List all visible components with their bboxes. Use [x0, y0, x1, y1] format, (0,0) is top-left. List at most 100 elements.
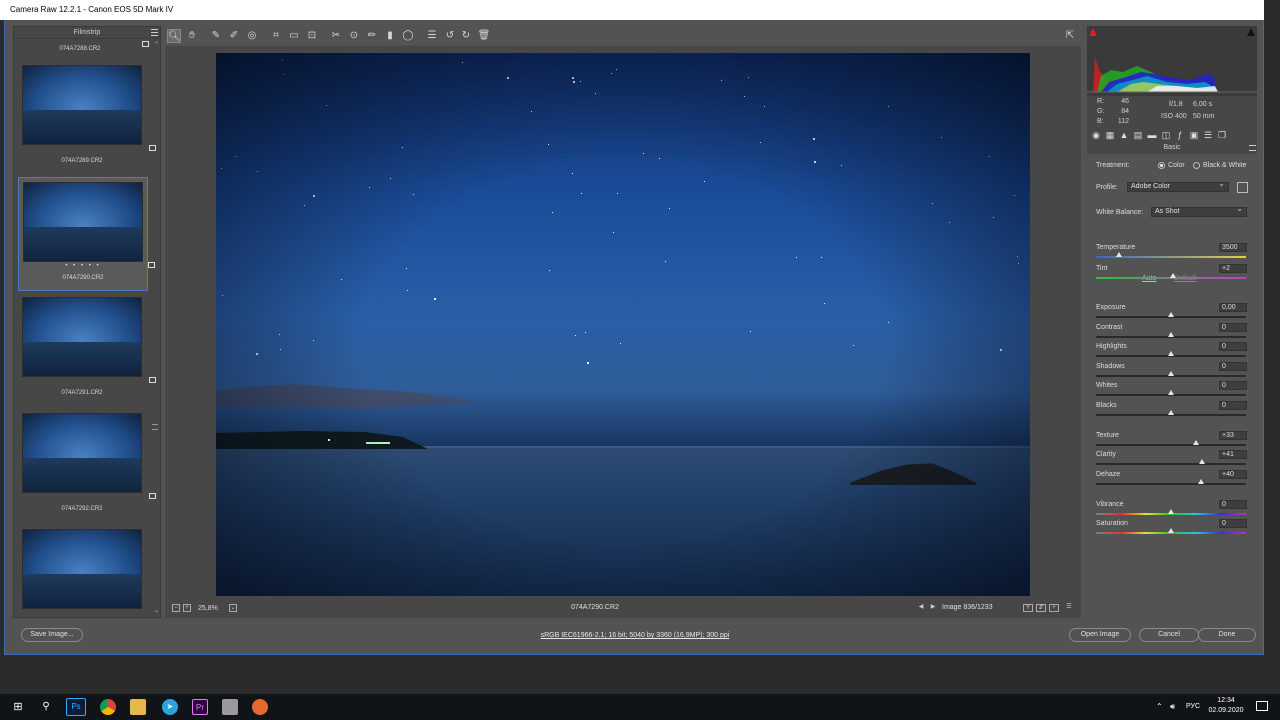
slider-thumb[interactable]	[1168, 410, 1174, 415]
slider-thumb[interactable]	[1168, 312, 1174, 317]
file-explorer-icon[interactable]	[130, 699, 146, 715]
slider-value-field[interactable]: 0,00	[1219, 303, 1247, 312]
filmstrip-scrollbar[interactable]: ⌃ ⌄	[154, 41, 160, 617]
photoshop-icon[interactable]: Ps	[66, 698, 86, 716]
red-eye-tool-icon[interactable]: ⊙	[347, 29, 361, 43]
volume-icon[interactable]: 🔊︎	[1170, 702, 1175, 712]
app2-icon[interactable]	[252, 699, 268, 715]
zoom-dropdown-icon[interactable]: ⌄	[229, 604, 237, 612]
slider-thumb[interactable]	[1168, 351, 1174, 356]
slider-value-field[interactable]: 0	[1219, 381, 1247, 390]
filmstrip-thumbnail[interactable]	[18, 525, 148, 617]
clock-time[interactable]: 12:34	[1208, 697, 1244, 704]
notifications-icon[interactable]	[1256, 701, 1268, 711]
slider-value-field[interactable]: 3500	[1219, 243, 1247, 252]
thumbnail-image[interactable]	[22, 297, 142, 377]
before-after-icon[interactable]: Y	[1023, 604, 1033, 612]
premiere-icon[interactable]: Pr	[192, 699, 208, 715]
treatment-bw-radio[interactable]	[1193, 162, 1200, 169]
filmstrip-thumbnail[interactable]: 074A7289.CR2	[18, 61, 156, 175]
open-image-button[interactable]: Open Image	[1069, 628, 1131, 642]
white-balance-dropdown[interactable]: As Shot	[1151, 205, 1247, 217]
slider-thumb[interactable]	[1168, 528, 1174, 533]
rotate-left-icon[interactable]: ↺	[443, 29, 457, 43]
filmstrip-thumbnail[interactable]: • • • • • 074A7290.CR2	[18, 177, 155, 291]
zoom-level[interactable]: 25,8%	[198, 604, 226, 613]
slider-value-field[interactable]: 0	[1219, 323, 1247, 332]
hsl-tab-icon[interactable]: ▤	[1133, 130, 1143, 140]
slider-thumb[interactable]	[1198, 459, 1205, 464]
lens-tab-icon[interactable]: ◫	[1161, 130, 1171, 140]
windows-start-icon[interactable]: ⊞	[10, 699, 26, 715]
slider-thumb[interactable]	[1168, 390, 1174, 395]
detail-tab-icon[interactable]: ▲	[1119, 130, 1129, 140]
thumbnail-image[interactable]	[22, 529, 142, 609]
workflow-options-text[interactable]: sRGB IEC61966-2.1; 16 bit; 5040 by 3360 …	[541, 632, 730, 639]
split-toning-tab-icon[interactable]: ▬	[1147, 130, 1157, 140]
fullscreen-toggle-icon[interactable]: ⇱	[1063, 29, 1077, 43]
rotate-right-icon[interactable]: ↻	[459, 29, 473, 43]
slider-value-field[interactable]: 0	[1219, 362, 1247, 371]
clock-date[interactable]: 02.09.2020	[1206, 707, 1246, 714]
slider-value-field[interactable]: +41	[1219, 450, 1247, 459]
radial-filter-tool-icon[interactable]: ◯	[401, 29, 415, 43]
done-button[interactable]: Done	[1198, 628, 1256, 642]
search-icon[interactable]: ⚲	[38, 699, 54, 715]
hand-tool-icon[interactable]: ✋︎	[185, 29, 199, 43]
splitter-handle-icon[interactable]	[152, 424, 158, 430]
prev-image-icon[interactable]: ◀	[917, 604, 925, 612]
thumbnail-image[interactable]	[22, 65, 142, 145]
slider-value-field[interactable]: 0	[1219, 500, 1247, 509]
tone-curve-tab-icon[interactable]: ▦	[1105, 130, 1115, 140]
spot-removal-tool-icon[interactable]: ✂	[329, 29, 343, 43]
slider-thumb[interactable]	[1169, 273, 1176, 278]
slider-value-field[interactable]: 0	[1219, 342, 1247, 351]
thumbnail-image[interactable]	[23, 182, 143, 262]
slider-value-field[interactable]: 0	[1219, 519, 1247, 528]
preferences-tool-icon[interactable]: ☰	[425, 29, 439, 43]
snapshots-tab-icon[interactable]: ❐	[1217, 130, 1227, 140]
telegram-icon[interactable]: ➤	[162, 699, 178, 715]
color-sampler-tool-icon[interactable]: ✐	[227, 29, 241, 43]
slider-value-field[interactable]: +33	[1219, 431, 1247, 440]
app-icon[interactable]	[222, 699, 238, 715]
slider-track[interactable]	[1096, 463, 1246, 465]
zoom-out-button[interactable]: −	[172, 604, 180, 612]
slider-thumb[interactable]	[1168, 332, 1174, 337]
slider-value-field[interactable]: +2	[1219, 264, 1247, 273]
image-preview[interactable]	[216, 53, 1030, 596]
treatment-color-radio[interactable]	[1158, 162, 1165, 169]
slider-thumb[interactable]	[1115, 252, 1122, 257]
transform-tool-icon[interactable]: ⊡	[305, 29, 319, 43]
slider-track[interactable]	[1096, 483, 1246, 485]
filmstrip-thumbnail[interactable]: 074A7292.CR2	[18, 409, 156, 523]
slider-thumb[interactable]	[1168, 371, 1174, 376]
zoom-tool-icon[interactable]: 🔍︎	[167, 29, 181, 43]
copy-settings-icon[interactable]: +	[1049, 604, 1059, 612]
tray-chevron-icon[interactable]: ⌃	[1156, 702, 1163, 711]
slider-value-field[interactable]: +40	[1219, 470, 1247, 479]
straighten-tool-icon[interactable]: ▭	[287, 29, 301, 43]
white-balance-tool-icon[interactable]: ✎	[209, 29, 223, 43]
slider-thumb[interactable]	[1198, 479, 1204, 484]
swap-settings-icon[interactable]: ⇵	[1036, 604, 1046, 612]
thumbnail-image[interactable]	[22, 413, 142, 493]
zoom-in-button[interactable]: +	[183, 604, 191, 612]
next-image-icon[interactable]: ▶	[929, 604, 937, 612]
language-indicator[interactable]: РУС	[1186, 703, 1200, 710]
crop-tool-icon[interactable]: ⌗	[269, 29, 283, 43]
toggle-settings-icon[interactable]: ☰	[1064, 604, 1074, 612]
adjustment-brush-tool-icon[interactable]: ✏	[365, 29, 379, 43]
targeted-adjustment-tool-icon[interactable]: ◎	[245, 29, 259, 43]
effects-tab-icon[interactable]: ƒ	[1175, 130, 1185, 140]
filmstrip-menu-icon[interactable]	[151, 29, 158, 36]
chrome-icon[interactable]	[100, 699, 116, 715]
slider-thumb[interactable]	[1168, 509, 1174, 514]
thumbnail-rating[interactable]: • • • • •	[19, 263, 147, 269]
scroll-down-icon[interactable]: ⌄	[154, 607, 159, 614]
presets-tab-icon[interactable]: ☰	[1203, 130, 1213, 140]
scroll-up-icon[interactable]: ⌃	[154, 41, 159, 48]
filmstrip-thumbnail[interactable]: 074A7291.CR2	[18, 293, 156, 407]
trash-icon[interactable]: 🗑︎	[477, 29, 491, 43]
slider-track[interactable]	[1096, 444, 1246, 446]
